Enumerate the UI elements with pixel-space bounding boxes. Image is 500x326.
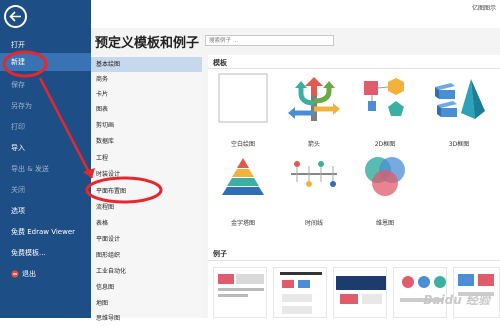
exit-icon bbox=[11, 270, 19, 278]
sidebar-item-print[interactable]: 打印 bbox=[0, 118, 91, 136]
pyramid-icon bbox=[222, 158, 264, 195]
category-item-mind-map[interactable]: 思维导图 bbox=[91, 311, 202, 326]
sidebar-item-save-as[interactable]: 另存为 bbox=[0, 97, 91, 115]
category-list: 基本绘图 商务 卡片 图表 剪切画 数据库 工程 时装设计 平面布置图 流程图 … bbox=[91, 55, 202, 322]
3d-block-diagram-icon bbox=[435, 79, 485, 119]
example-thumbnail[interactable] bbox=[333, 267, 387, 318]
sidebar-item-open[interactable]: 打开 bbox=[0, 36, 91, 54]
blank-page-icon bbox=[218, 73, 268, 123]
category-item-fashion-design[interactable]: 时装设计 bbox=[91, 167, 202, 182]
venn-diagram-icon bbox=[365, 157, 405, 196]
watermark-text: Baidu 经验 bbox=[423, 293, 490, 307]
category-item-table[interactable]: 表格 bbox=[91, 216, 202, 231]
template-label: 空白绘图 bbox=[230, 141, 255, 148]
category-item-chart[interactable]: 图表 bbox=[91, 102, 202, 117]
template-gallery: 模板 空白绘图 箭头 2D框图 3D框图 金字塔图 时间线 维恩图 例子 Bai… bbox=[208, 55, 500, 318]
category-item-floor-plan[interactable]: 平面布置图 bbox=[91, 184, 202, 199]
template-label: 3D框图 bbox=[448, 141, 470, 148]
sidebar-item-export-send[interactable]: 导出 & 发送 bbox=[0, 160, 91, 178]
template-tile-arrows[interactable]: 箭头 bbox=[285, 73, 343, 148]
sidebar-item-exit-label: 退出 bbox=[22, 270, 36, 278]
sidebar-item-close[interactable]: 关闭 bbox=[0, 181, 91, 199]
back-button[interactable] bbox=[4, 5, 27, 28]
page-title: 预定义模板和例子 bbox=[95, 36, 200, 51]
section-divider bbox=[208, 68, 500, 69]
arrow-left-icon bbox=[9, 11, 21, 22]
template-tile-timeline[interactable]: 时间线 bbox=[285, 152, 343, 227]
main-panel: 亿图图示 预定义模板和例子 基本绘图 商务 卡片 图表 剪切画 数据库 工程 时… bbox=[91, 0, 500, 322]
sidebar-item-new[interactable]: 新建 bbox=[0, 53, 91, 71]
section-divider bbox=[208, 260, 500, 261]
example-preview bbox=[336, 276, 386, 304]
category-item-engineering[interactable]: 工程 bbox=[91, 151, 202, 166]
template-tile-blank[interactable]: 空白绘图 bbox=[214, 73, 272, 148]
category-item-graphic-organizer[interactable]: 图形组织 bbox=[91, 248, 202, 263]
arrows-icon bbox=[288, 77, 340, 121]
template-label: 箭头 bbox=[307, 141, 320, 148]
category-item-card[interactable]: 卡片 bbox=[91, 87, 202, 102]
template-label: 维恩图 bbox=[375, 220, 394, 227]
category-item-map[interactable]: 地图 bbox=[91, 296, 202, 311]
category-item-infographic[interactable]: 信息图 bbox=[91, 280, 202, 295]
top-bar: 亿图图示 bbox=[91, 0, 500, 28]
template-tile-3d-block[interactable]: 3D框图 bbox=[430, 73, 488, 148]
search-input[interactable] bbox=[205, 35, 334, 46]
template-label: 时间线 bbox=[304, 220, 323, 227]
category-item-flowchart[interactable]: 流程图 bbox=[91, 200, 202, 215]
category-item-graphic-design[interactable]: 平面设计 bbox=[91, 232, 202, 247]
category-item-database[interactable]: 数据库 bbox=[91, 134, 202, 149]
template-label: 金字塔图 bbox=[230, 220, 255, 227]
sidebar-item-save[interactable]: 保存 bbox=[0, 76, 91, 94]
template-tile-venn[interactable]: 维恩图 bbox=[356, 152, 414, 227]
category-item-basic-drawing[interactable]: 基本绘图 bbox=[91, 57, 202, 72]
2d-block-diagram-icon bbox=[364, 78, 404, 116]
file-menu-sidebar: 打开 新建 保存 另存为 打印 导入 导出 & 发送 关闭 选项 免费 Edra… bbox=[0, 0, 91, 318]
app-name: 亿图图示 bbox=[471, 5, 496, 12]
timeline-icon bbox=[291, 161, 337, 187]
template-tile-pyramid[interactable]: 金字塔图 bbox=[214, 152, 272, 227]
sidebar-item-free-viewer[interactable]: 免费 Edraw Viewer bbox=[0, 223, 91, 241]
example-preview bbox=[218, 274, 264, 297]
category-item-clipart[interactable]: 剪切画 bbox=[91, 118, 202, 133]
sidebar-item-exit[interactable]: 退出 bbox=[0, 265, 91, 283]
template-label: 2D框图 bbox=[374, 141, 396, 148]
category-item-industrial-automation[interactable]: 工业自动化 bbox=[91, 264, 202, 279]
sidebar-item-free-templates[interactable]: 免费模板... bbox=[0, 244, 91, 262]
category-item-business[interactable]: 商务 bbox=[91, 72, 202, 87]
templates-section-header: 模板 bbox=[213, 59, 227, 67]
sidebar-item-options[interactable]: 选项 bbox=[0, 202, 91, 220]
example-thumbnail[interactable] bbox=[213, 267, 267, 318]
example-preview bbox=[280, 272, 322, 314]
template-tile-2d-block[interactable]: 2D框图 bbox=[356, 73, 414, 148]
example-thumbnail[interactable] bbox=[273, 267, 327, 318]
examples-section-header: 例子 bbox=[213, 250, 227, 258]
sidebar-item-import[interactable]: 导入 bbox=[0, 139, 91, 157]
